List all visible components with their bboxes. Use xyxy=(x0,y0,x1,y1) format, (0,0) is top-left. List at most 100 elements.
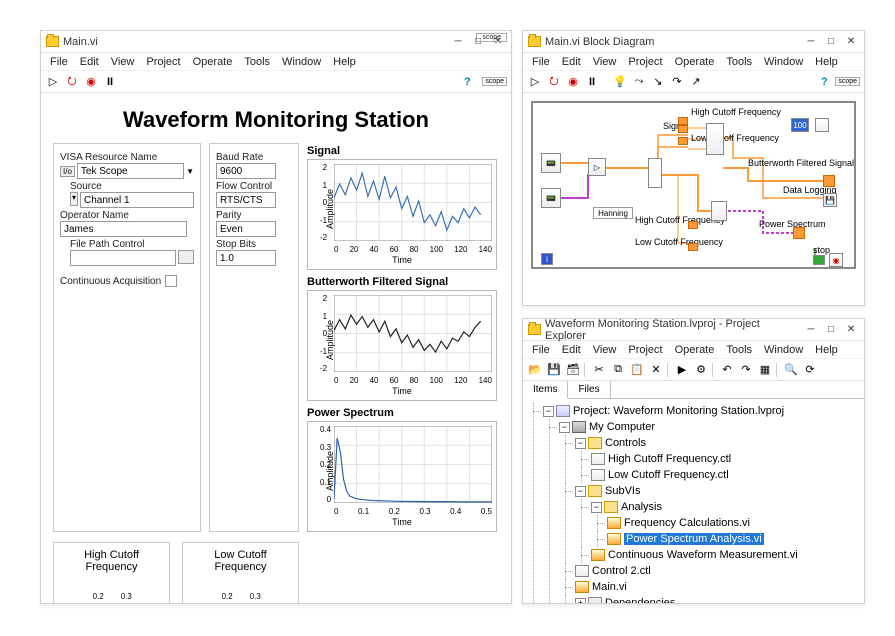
expand-icon[interactable]: + xyxy=(575,598,586,603)
menu-file[interactable]: File xyxy=(45,56,73,68)
menu-window[interactable]: Window xyxy=(759,56,808,68)
pause-icon[interactable]: II xyxy=(584,74,600,90)
undo-icon[interactable]: ↶ xyxy=(719,362,735,378)
tab-items[interactable]: Items xyxy=(523,381,568,399)
visa-resource-input[interactable] xyxy=(77,163,184,179)
delete-icon[interactable]: ✕ xyxy=(648,362,664,378)
menu-tools[interactable]: Tools xyxy=(721,56,757,68)
step-out-icon[interactable]: ↗ xyxy=(688,74,704,90)
expand-icon[interactable]: − xyxy=(591,502,602,513)
io-icon[interactable]: I/o xyxy=(60,166,75,177)
tree-main-vi[interactable]: Main.vi xyxy=(575,579,860,595)
bd-low2-terminal[interactable] xyxy=(688,243,698,251)
open-icon[interactable]: 📂 xyxy=(527,362,543,378)
run-icon[interactable]: ▶ xyxy=(674,362,690,378)
abort-icon[interactable]: ◉ xyxy=(565,74,581,90)
tree-subvis-folder[interactable]: −SubVIs −Analysis Frequency Calculations… xyxy=(575,483,860,563)
dial-low-knob[interactable]: 0.1 0.2 0.3 0.4 xyxy=(197,577,285,603)
resolve-icon[interactable]: ⚙ xyxy=(693,362,709,378)
run-continuous-icon[interactable]: ⭮ xyxy=(64,74,80,90)
menu-edit[interactable]: Edit xyxy=(557,56,586,68)
abort-icon[interactable]: ◉ xyxy=(83,74,99,90)
minimize-button[interactable]: ─ xyxy=(802,34,820,50)
source-input[interactable] xyxy=(80,192,194,208)
expand-icon[interactable]: − xyxy=(559,422,570,433)
close-button[interactable]: ✕ xyxy=(842,322,860,338)
paste-icon[interactable]: 📋 xyxy=(629,362,645,378)
bd-loop-condition[interactable]: ◉ xyxy=(829,253,843,267)
find-icon[interactable]: 🔍 xyxy=(783,362,799,378)
stepper-icon[interactable]: ▾ xyxy=(70,192,78,206)
continuous-acq-toggle[interactable] xyxy=(165,275,177,287)
bd-hanning-enum[interactable]: Hanning xyxy=(593,207,633,219)
bd-filter-vi[interactable] xyxy=(706,123,724,155)
menu-view[interactable]: View xyxy=(588,344,622,356)
tree-project-root[interactable]: −Project: Waveform Monitoring Station.lv… xyxy=(543,403,860,603)
bd-indicator-node[interactable] xyxy=(815,118,829,132)
help-icon[interactable]: ? xyxy=(459,74,475,90)
bd-signal-terminal[interactable] xyxy=(678,125,688,133)
help-icon[interactable]: ? xyxy=(816,74,832,90)
titlebar[interactable]: Main.vi ─ □ ✕ xyxy=(41,31,511,53)
tree-high-cutoff-ctl[interactable]: High Cutoff Frequency.ctl xyxy=(591,451,860,467)
cut-icon[interactable]: ✂ xyxy=(591,362,607,378)
bd-scope-node[interactable]: 📟 xyxy=(541,153,561,173)
run-continuous-icon[interactable]: ⭮ xyxy=(546,74,562,90)
tree-low-cutoff-ctl[interactable]: Low Cutoff Frequency.ctl xyxy=(591,467,860,483)
menu-file[interactable]: File xyxy=(527,56,555,68)
baud-input[interactable] xyxy=(216,163,276,179)
menu-operate[interactable]: Operate xyxy=(670,56,720,68)
menubar[interactable]: File Edit View Project Operate Tools Win… xyxy=(523,53,864,71)
bd-triangle-node[interactable]: ▷ xyxy=(588,158,606,176)
menu-help[interactable]: Help xyxy=(810,344,843,356)
bd-highcut-terminal[interactable] xyxy=(678,117,688,125)
save-icon[interactable]: 💾 xyxy=(546,362,562,378)
menu-project[interactable]: Project xyxy=(141,56,185,68)
tree-my-computer[interactable]: −My Computer −Controls High Cutoff Frequ… xyxy=(559,419,860,603)
run-icon[interactable]: ▷ xyxy=(45,74,61,90)
stopbits-input[interactable] xyxy=(216,250,276,266)
tree-analysis-folder[interactable]: −Analysis Frequency Calculations.vi Powe… xyxy=(591,499,860,547)
menu-view[interactable]: View xyxy=(588,56,622,68)
menu-operate[interactable]: Operate xyxy=(188,56,238,68)
bd-datalog-vi[interactable]: 💾 xyxy=(823,193,837,207)
step-into-icon[interactable]: ↘ xyxy=(650,74,666,90)
bd-stop-terminal[interactable] xyxy=(813,255,825,265)
tab-files[interactable]: Files xyxy=(568,381,610,398)
menu-edit[interactable]: Edit xyxy=(75,56,104,68)
minimize-button[interactable]: ─ xyxy=(449,34,467,50)
menu-view[interactable]: View xyxy=(106,56,140,68)
maximize-button[interactable]: □ xyxy=(822,34,840,50)
tree-power-spectrum-vi[interactable]: Power Spectrum Analysis.vi xyxy=(607,531,860,547)
menu-project[interactable]: Project xyxy=(623,56,667,68)
titlebar[interactable]: Main.vi Block Diagram ─ □ ✕ xyxy=(523,31,864,53)
menu-tools[interactable]: Tools xyxy=(721,344,757,356)
menu-help[interactable]: Help xyxy=(810,56,843,68)
bd-lowcut-terminal[interactable] xyxy=(678,137,688,145)
bd-spectrum-vi[interactable] xyxy=(711,201,727,221)
filepath-input[interactable] xyxy=(70,250,176,266)
operator-input[interactable] xyxy=(60,221,187,237)
copy-icon[interactable]: ⧉ xyxy=(610,362,626,378)
tree-dependencies[interactable]: +Dependencies xyxy=(575,595,860,603)
menu-window[interactable]: Window xyxy=(277,56,326,68)
dropdown-icon[interactable]: ▼ xyxy=(186,167,194,176)
tree-freq-calc-vi[interactable]: Frequency Calculations.vi xyxy=(607,515,860,531)
menu-window[interactable]: Window xyxy=(759,344,808,356)
tree-cwm-vi[interactable]: Continuous Waveform Measurement.vi xyxy=(591,547,860,563)
bulb-icon[interactable]: 💡 xyxy=(612,74,628,90)
dial-high-knob[interactable]: 0.1 0.2 0.3 0.4 xyxy=(68,577,156,603)
menu-operate[interactable]: Operate xyxy=(670,344,720,356)
browse-icon[interactable] xyxy=(178,250,194,264)
titlebar[interactable]: Waveform Monitoring Station.lvproj - Pro… xyxy=(523,319,864,341)
bd-power-indicator[interactable] xyxy=(793,227,805,239)
step-over-icon[interactable]: ↷ xyxy=(669,74,685,90)
maximize-button[interactable]: □ xyxy=(822,322,840,338)
tree-control2-ctl[interactable]: Control 2.ctl xyxy=(575,563,860,579)
filter-icon[interactable]: ▦ xyxy=(757,362,773,378)
bd-bundle-node[interactable] xyxy=(648,158,662,188)
refresh-icon[interactable]: ⟳ xyxy=(802,362,818,378)
tree-controls-folder[interactable]: −Controls High Cutoff Frequency.ctl Low … xyxy=(575,435,860,483)
menu-tools[interactable]: Tools xyxy=(239,56,275,68)
probe-icon[interactable]: ⤳ xyxy=(631,74,647,90)
